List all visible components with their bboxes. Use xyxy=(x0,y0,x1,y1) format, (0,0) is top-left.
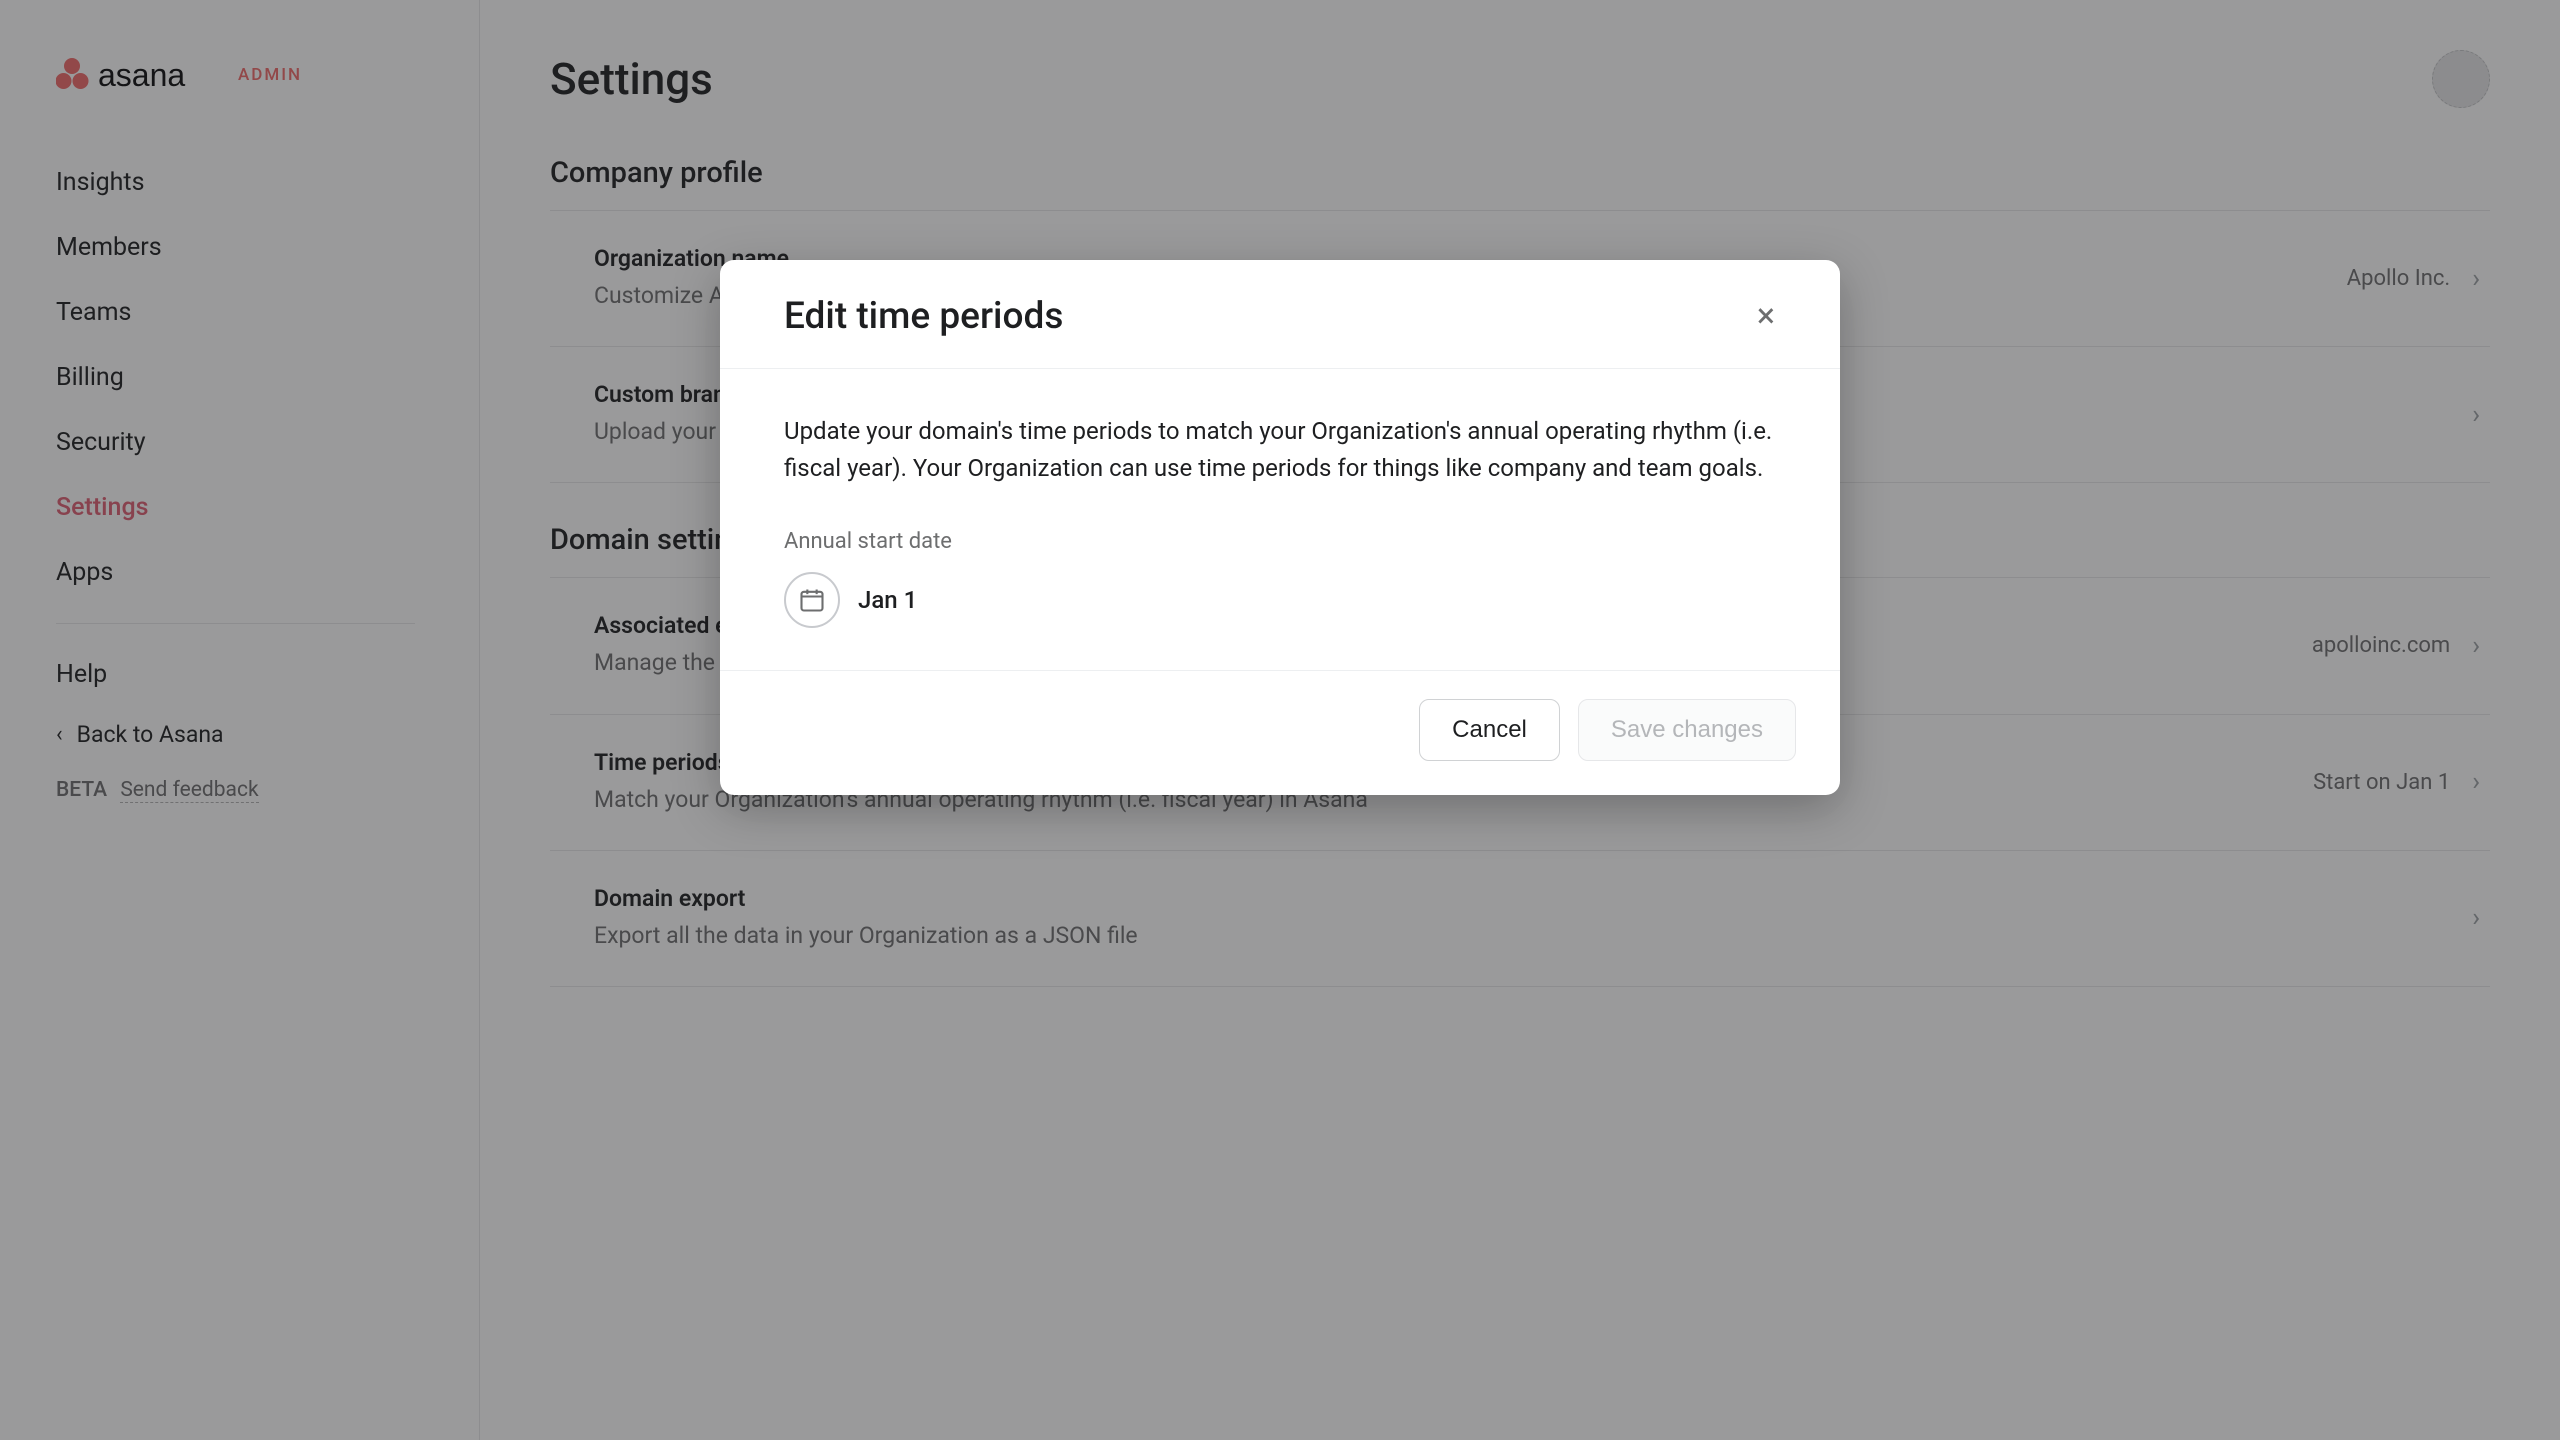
cancel-button[interactable]: Cancel xyxy=(1419,699,1560,761)
modal-footer: Cancel Save changes xyxy=(720,671,1840,795)
edit-time-periods-modal: Edit time periods × Update your domain's… xyxy=(720,260,1840,795)
calendar-icon xyxy=(784,572,840,628)
modal-title: Edit time periods xyxy=(784,295,1063,338)
close-button[interactable]: × xyxy=(1744,294,1788,338)
modal-body: Update your domain's time periods to mat… xyxy=(720,369,1840,671)
annual-start-date-field[interactable]: Jan 1 xyxy=(784,572,917,628)
modal-overlay[interactable]: Edit time periods × Update your domain's… xyxy=(0,0,2560,1440)
annual-start-date-label: Annual start date xyxy=(784,529,1776,554)
annual-start-date-value: Jan 1 xyxy=(858,586,917,614)
modal-description: Update your domain's time periods to mat… xyxy=(784,413,1776,487)
save-changes-button[interactable]: Save changes xyxy=(1578,699,1796,761)
modal-header: Edit time periods × xyxy=(720,260,1840,369)
close-icon: × xyxy=(1757,296,1775,336)
